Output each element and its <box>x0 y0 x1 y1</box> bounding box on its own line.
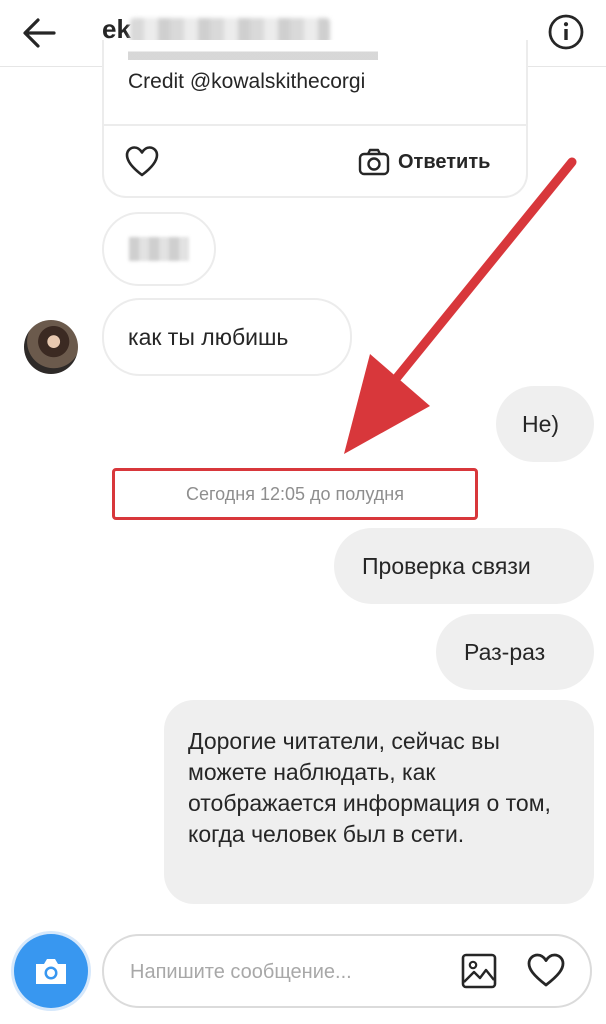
post-credit: Credit @kowalskithecorgi <box>128 70 366 93</box>
card-divider <box>104 124 526 126</box>
outgoing-message-bubble[interactable]: Раз-раз <box>436 614 594 690</box>
gallery-button[interactable] <box>460 952 498 990</box>
message-input[interactable] <box>128 956 422 988</box>
reply-label: Ответить <box>398 150 491 173</box>
info-circle-icon <box>548 14 584 50</box>
blurred-message-bubble[interactable] <box>102 212 216 286</box>
message-text: Раз-раз <box>464 638 546 665</box>
camera-icon <box>358 148 390 176</box>
arrow-left-icon <box>23 18 56 48</box>
back-button[interactable] <box>18 14 60 52</box>
message-text: Дорогие читатели, сейчас вы можете наблю… <box>188 728 551 847</box>
outgoing-message-bubble[interactable]: Проверка связи <box>334 528 594 604</box>
reply-button[interactable]: Ответить <box>358 144 490 180</box>
heart-outline-icon <box>527 953 565 987</box>
image-icon <box>461 953 497 989</box>
info-button[interactable] <box>546 12 586 52</box>
message-composer <box>102 934 592 1008</box>
outgoing-long-message-bubble[interactable]: Дорогие читатели, сейчас вы можете наблю… <box>164 700 594 904</box>
heart-outline-icon <box>125 146 159 177</box>
camera-icon <box>36 959 66 984</box>
cropped-caption-line <box>128 46 378 60</box>
message-text: Проверка связи <box>362 552 531 579</box>
timestamp-highlight-box: Сегодня 12:05 до полудня <box>112 468 478 520</box>
message-timestamp: Сегодня 12:05 до полудня <box>185 483 404 504</box>
message-text: как ты любишь <box>128 323 289 350</box>
incoming-message-bubble[interactable]: как ты любишь <box>102 298 352 376</box>
avatar[interactable] <box>24 320 78 374</box>
post-like-button[interactable] <box>124 144 160 180</box>
message-text: Не) <box>522 410 560 437</box>
outgoing-message-bubble[interactable]: Не) <box>496 386 594 462</box>
blurred-message-content <box>129 237 189 261</box>
like-button[interactable] <box>526 952 566 990</box>
composer-camera-button[interactable] <box>14 934 88 1008</box>
shared-post-card[interactable]: Credit @kowalskithecorgi Ответить <box>102 40 528 198</box>
